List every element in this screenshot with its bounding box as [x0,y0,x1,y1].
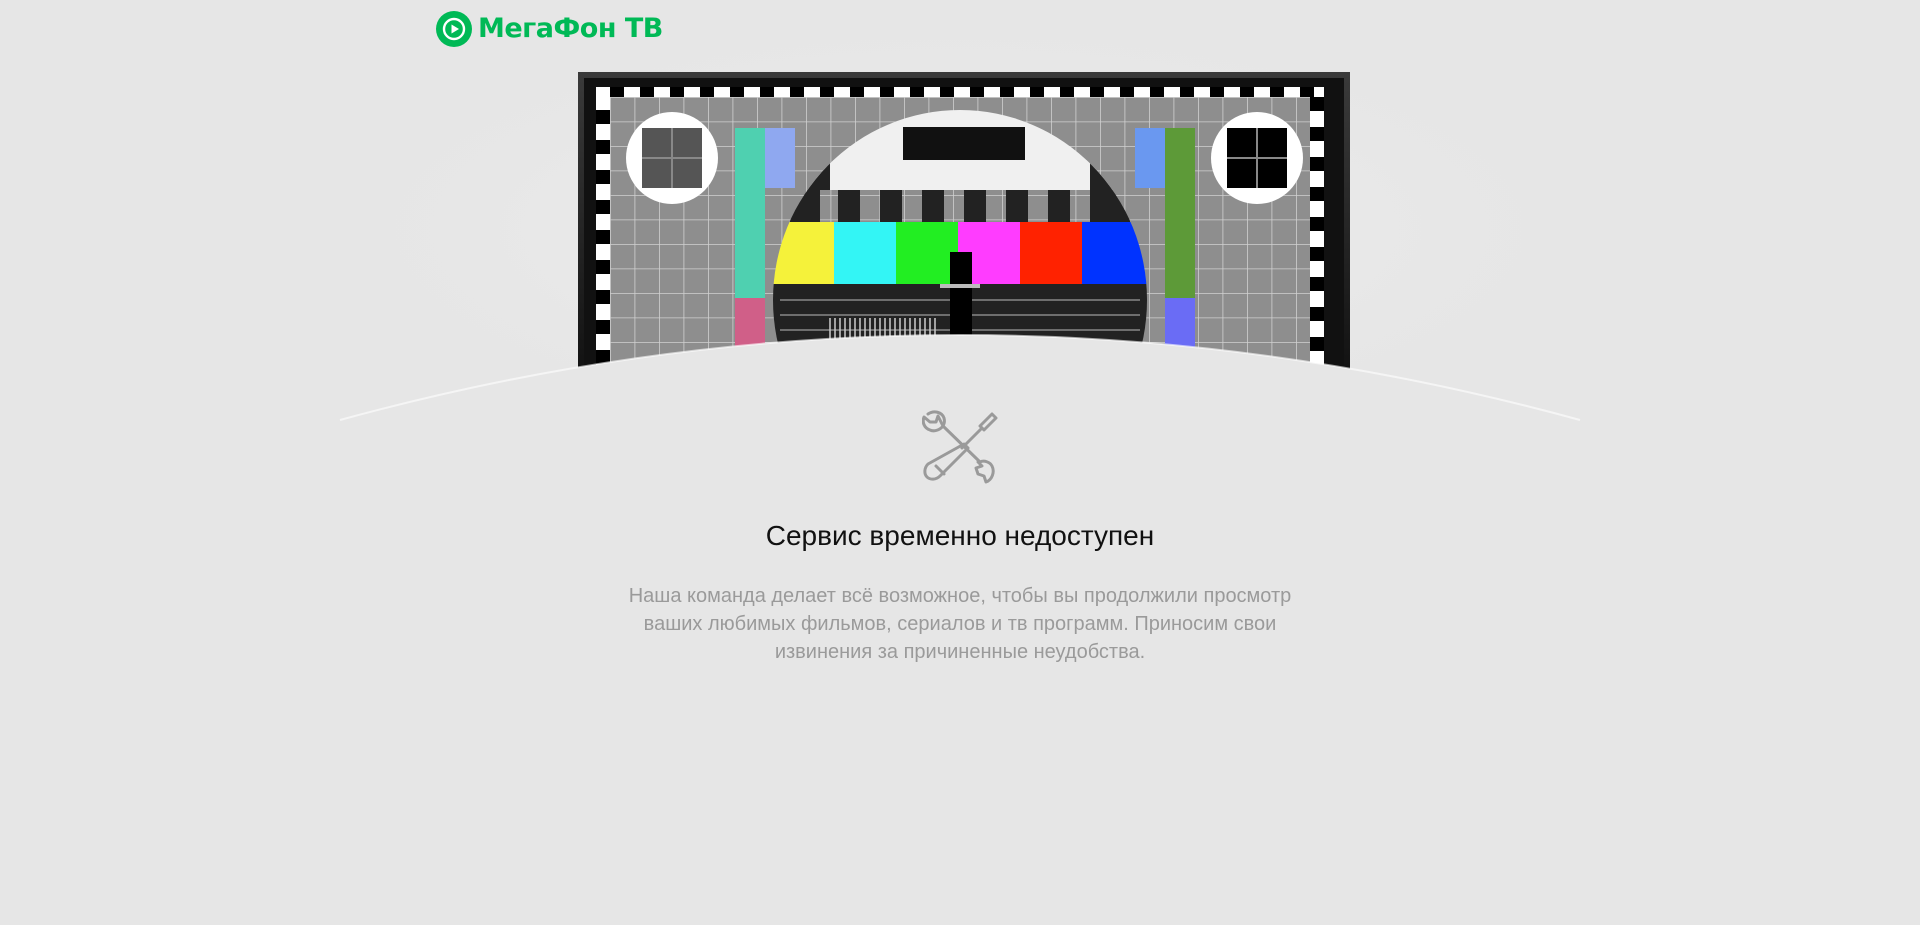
tv-test-pattern-illustration [0,0,1920,460]
megafon-tv-logo-link[interactable]: МегаФон ТВ [436,11,663,47]
play-circle-icon [436,11,472,47]
status-description: Наша команда делает всё возможное, чтобы… [628,585,1292,663]
maintenance-page: МегаФон ТВ Сервис временно недоступен На… [0,0,1920,925]
logo-text: МегаФон ТВ [478,13,663,44]
tv-test-pattern-image [339,40,1581,460]
page-title: Сервис временно недоступен [765,520,1155,551]
tools-icon [922,410,998,484]
